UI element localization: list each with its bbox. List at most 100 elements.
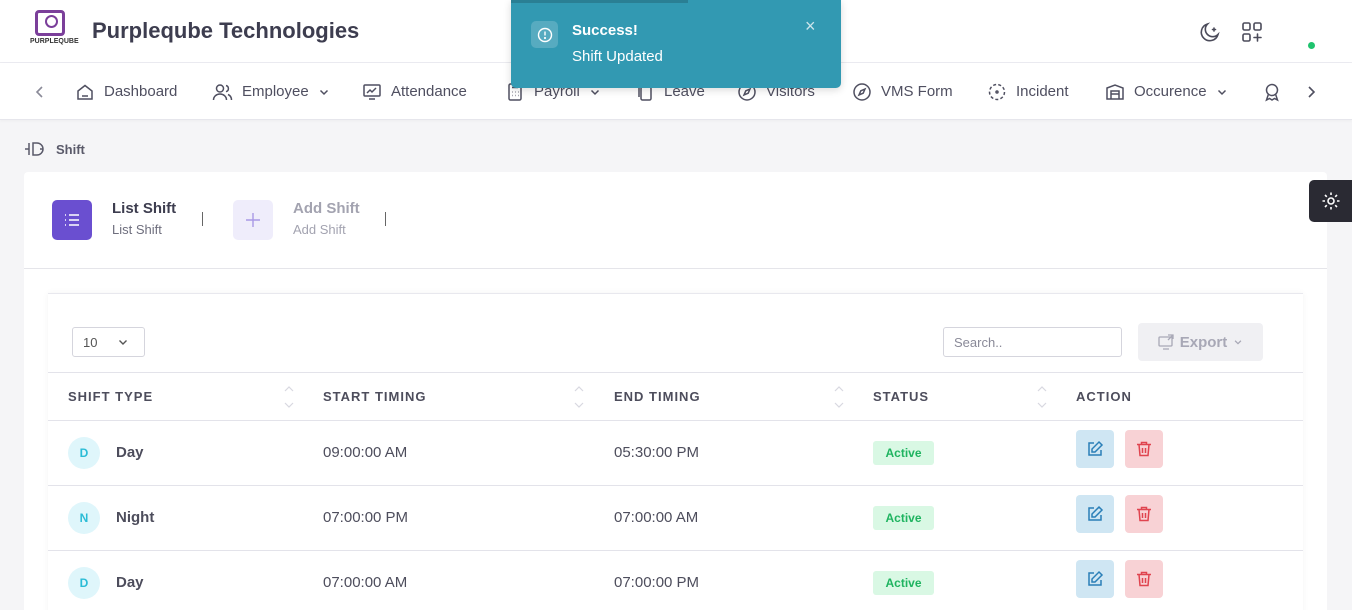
close-icon[interactable]: × bbox=[805, 16, 816, 37]
table-header: SHIFT TYPE START TIMING END TIMING STATU… bbox=[48, 372, 1303, 421]
delete-button[interactable] bbox=[1125, 495, 1163, 533]
toast-progress-bar bbox=[511, 0, 688, 3]
monitor-export-icon bbox=[1158, 334, 1174, 350]
avatar: D bbox=[68, 437, 100, 469]
chevron-down-icon bbox=[1234, 340, 1242, 345]
tab-add-shift-title[interactable]: Add Shift bbox=[293, 200, 360, 217]
sort-icon[interactable] bbox=[283, 383, 295, 411]
breadcrumb-label: Shift bbox=[56, 141, 85, 157]
chevron-down-icon bbox=[319, 89, 328, 95]
shift-tabs: List Shift List Shift Add Shift Add Shif… bbox=[24, 172, 1327, 269]
avatar: D bbox=[68, 567, 100, 599]
status-badge: Active bbox=[873, 506, 934, 530]
shift-type-cell: Day bbox=[116, 574, 144, 591]
nav-label-dashboard: Dashboard bbox=[104, 83, 178, 100]
delete-button[interactable] bbox=[1125, 560, 1163, 598]
nav-scroll-right-icon[interactable] bbox=[1301, 82, 1321, 102]
table-row: D Day 09:00:00 AM 05:30:00 PM Active bbox=[48, 421, 1303, 486]
chevron-down-icon bbox=[1217, 89, 1226, 95]
nav-scroll-left-icon[interactable] bbox=[30, 82, 50, 102]
company-logo[interactable]: PURPLEQUBE bbox=[30, 10, 79, 52]
sort-icon[interactable] bbox=[1036, 383, 1048, 411]
logo-text: PURPLEQUBE bbox=[30, 38, 79, 45]
export-label: Export bbox=[1179, 333, 1228, 351]
compass-icon bbox=[853, 82, 871, 101]
tab-add-shift[interactable] bbox=[233, 200, 273, 240]
focus-icon bbox=[988, 83, 1006, 100]
edit-button[interactable] bbox=[1076, 560, 1114, 598]
search-input[interactable] bbox=[943, 327, 1122, 357]
page-size-value: 10 bbox=[83, 334, 98, 350]
shift-type-cell: Night bbox=[116, 509, 155, 526]
tab-separator bbox=[202, 212, 203, 226]
award-icon[interactable] bbox=[1262, 82, 1282, 102]
table-row: D Day 07:00:00 AM 07:00:00 PM Active bbox=[48, 551, 1303, 610]
column-header-action: ACTION bbox=[1076, 389, 1132, 404]
edit-icon bbox=[1088, 570, 1104, 586]
avatar: N bbox=[68, 502, 100, 534]
shift-table-panel: 10 Export SHIFT TYPE START TIMING END TI… bbox=[48, 293, 1303, 610]
end-timing-cell: 07:00:00 PM bbox=[614, 574, 700, 591]
status-indicator bbox=[1308, 42, 1315, 49]
column-header-status[interactable]: STATUS bbox=[873, 389, 929, 404]
tab-list-shift-title[interactable]: List Shift bbox=[112, 200, 176, 217]
brand-name: Purpleqube Technologies bbox=[92, 18, 360, 43]
start-timing-cell: 09:00:00 AM bbox=[323, 444, 408, 461]
edit-icon bbox=[1088, 440, 1104, 456]
info-circle-icon bbox=[531, 21, 558, 48]
nav-label-occurence: Occurence bbox=[1134, 83, 1207, 100]
shift-card: List Shift List Shift Add Shift Add Shif… bbox=[24, 172, 1327, 610]
monitor-chart-icon bbox=[363, 83, 381, 100]
nav-item-dashboard[interactable]: Dashboard bbox=[75, 63, 177, 120]
list-icon bbox=[65, 214, 79, 226]
page-size-select[interactable]: 10 bbox=[72, 327, 145, 357]
edit-icon bbox=[1088, 505, 1104, 521]
sort-icon[interactable] bbox=[573, 383, 585, 411]
edit-button[interactable] bbox=[1076, 495, 1114, 533]
tab-separator bbox=[385, 212, 386, 226]
column-header-end-timing[interactable]: END TIMING bbox=[614, 389, 701, 404]
edit-button[interactable] bbox=[1076, 430, 1114, 468]
column-header-shift-type[interactable]: SHIFT TYPE bbox=[68, 389, 153, 404]
trash-icon bbox=[1137, 571, 1151, 587]
success-toast: Success! Shift Updated × bbox=[511, 0, 841, 88]
trash-icon bbox=[1137, 506, 1151, 522]
chevron-down-icon bbox=[119, 340, 128, 345]
end-timing-cell: 07:00:00 AM bbox=[614, 509, 699, 526]
start-timing-cell: 07:00:00 AM bbox=[323, 574, 408, 591]
table-row: N Night 07:00:00 PM 07:00:00 AM Active bbox=[48, 486, 1303, 551]
nav-item-vms-form[interactable]: VMS Form bbox=[852, 63, 953, 120]
export-button[interactable]: Export bbox=[1138, 323, 1263, 361]
apps-add-icon[interactable] bbox=[1240, 20, 1264, 44]
nav-label-employee: Employee bbox=[242, 83, 309, 100]
toast-message: Shift Updated bbox=[572, 48, 663, 65]
tab-add-shift-subtitle: Add Shift bbox=[293, 222, 346, 237]
trash-icon bbox=[1137, 441, 1151, 457]
nav-label-attendance: Attendance bbox=[391, 83, 467, 100]
nav-label-incident: Incident bbox=[1016, 83, 1069, 100]
moon-icon[interactable] bbox=[1198, 20, 1222, 44]
nav-item-incident[interactable]: Incident bbox=[987, 63, 1069, 120]
nav-item-attendance[interactable]: Attendance bbox=[362, 63, 467, 120]
nav-item-occurence[interactable]: Occurence bbox=[1105, 63, 1228, 120]
delete-button[interactable] bbox=[1125, 430, 1163, 468]
toast-title: Success! bbox=[572, 22, 638, 39]
tab-list-shift[interactable] bbox=[52, 200, 92, 240]
tab-list-shift-subtitle: List Shift bbox=[112, 222, 162, 237]
plus-icon bbox=[246, 213, 260, 227]
nav-item-employee[interactable]: Employee bbox=[212, 63, 330, 120]
status-badge: Active bbox=[873, 441, 934, 465]
settings-button[interactable] bbox=[1309, 180, 1352, 222]
building-icon bbox=[1106, 83, 1124, 100]
home-icon bbox=[77, 84, 93, 100]
sort-icon[interactable] bbox=[833, 383, 845, 411]
gear-icon bbox=[1322, 192, 1339, 210]
breadcrumb: Shift bbox=[24, 141, 85, 157]
column-header-start-timing[interactable]: START TIMING bbox=[323, 389, 426, 404]
start-timing-cell: 07:00:00 PM bbox=[323, 509, 409, 526]
status-badge: Active bbox=[873, 571, 934, 595]
shift-type-cell: Day bbox=[116, 444, 144, 461]
shift-icon bbox=[25, 142, 44, 156]
end-timing-cell: 05:30:00 PM bbox=[614, 444, 700, 461]
nav-label-vms-form: VMS Form bbox=[881, 83, 953, 100]
